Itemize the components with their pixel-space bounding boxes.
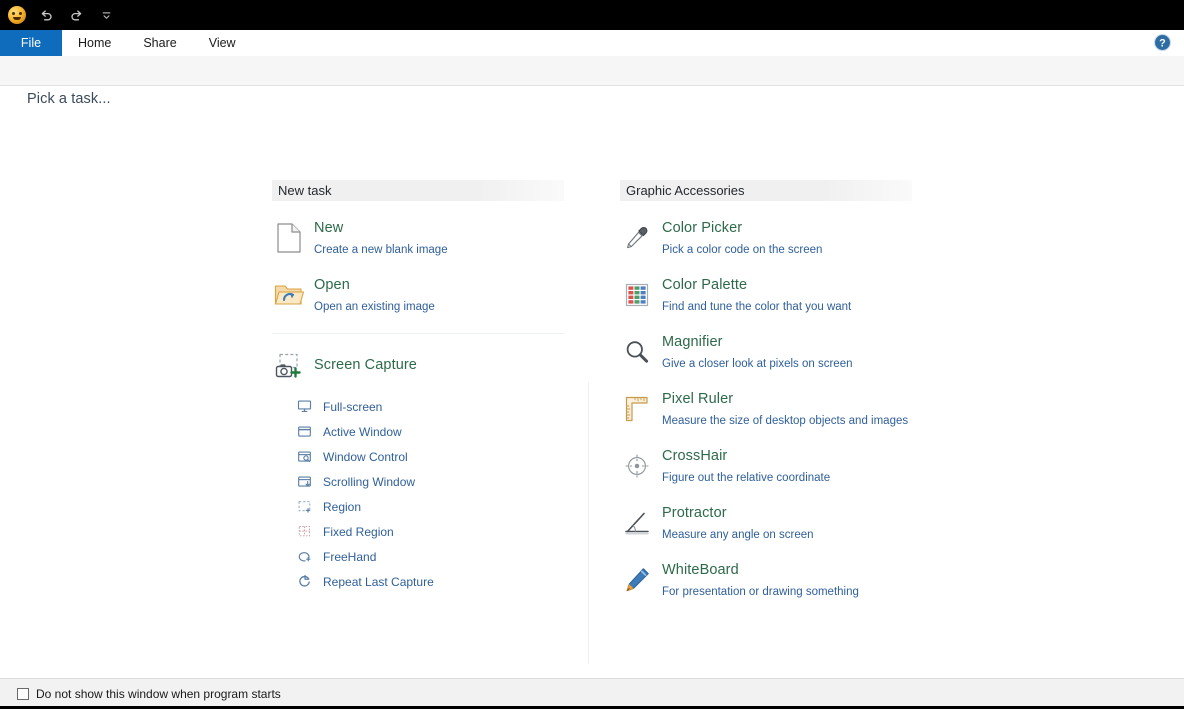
tab-share[interactable]: Share	[127, 30, 192, 56]
crosshair-icon	[620, 449, 654, 483]
full-screen-icon	[294, 399, 314, 414]
do-not-show-checkbox-label: Do not show this window when program sta…	[36, 687, 281, 701]
capture-item-region[interactable]: Region	[272, 494, 564, 519]
section-header-graphic-accessories: Graphic Accessories	[620, 180, 912, 201]
tab-view-label: View	[208, 36, 236, 50]
accessory-protractor-subtitle: Measure any angle on screen	[662, 529, 814, 541]
task-open[interactable]: Open Open an existing image	[272, 276, 564, 316]
capture-item-fixed-region[interactable]: Fixed Region	[272, 519, 564, 544]
title-bar	[0, 0, 1184, 30]
whiteboard-icon	[620, 563, 654, 597]
pixel-ruler-icon	[620, 392, 654, 426]
capture-item-scrolling-window[interactable]: Scrolling Window	[272, 469, 564, 494]
accessory-whiteboard-title: WhiteBoard	[662, 562, 739, 578]
tab-home-label: Home	[78, 36, 112, 50]
open-folder-icon	[272, 278, 306, 312]
accessory-magnifier[interactable]: Magnifier Give a closer look at pixels o…	[620, 333, 912, 373]
section-divider	[272, 333, 564, 334]
accessory-color-picker[interactable]: Color Picker Pick a color code on the sc…	[620, 219, 912, 259]
accessory-pixel-ruler-subtitle: Measure the size of desktop objects and …	[662, 415, 909, 427]
do-not-show-checkbox[interactable]	[17, 688, 29, 700]
capture-item-region-label: Region	[323, 499, 362, 514]
undo-icon[interactable]	[36, 5, 56, 25]
capture-item-full-screen[interactable]: Full-screen	[272, 394, 564, 419]
accessory-whiteboard[interactable]: WhiteBoard For presentation or drawing s…	[620, 561, 912, 601]
capture-item-freehand-label: FreeHand	[323, 549, 377, 564]
accessory-magnifier-subtitle: Give a closer look at pixels on screen	[662, 358, 853, 370]
column-graphic-accessories: Graphic Accessories Color Picker Pick a …	[620, 180, 912, 618]
active-window-icon	[294, 424, 314, 439]
accessory-whiteboard-subtitle: For presentation or drawing something	[662, 586, 859, 598]
help-icon[interactable]: ?	[1153, 33, 1172, 52]
backstage-view: Pick a task... New task New Create a new…	[0, 86, 1184, 678]
freehand-icon	[294, 549, 314, 564]
new-document-icon	[272, 221, 306, 255]
tab-view[interactable]: View	[193, 30, 252, 56]
accessory-crosshair-subtitle: Figure out the relative coordinate	[662, 472, 831, 484]
capture-item-window-control[interactable]: Window Control	[272, 444, 564, 469]
task-new-subtitle: Create a new blank image	[314, 244, 448, 256]
tab-file-label: File	[20, 36, 42, 50]
ribbon-tab-bar: File Home Share View ?	[0, 30, 1184, 56]
capture-item-scrolling-window-label: Scrolling Window	[323, 474, 416, 489]
task-open-subtitle: Open an existing image	[314, 301, 435, 313]
column-new-task: New task New Create a new blank image Op…	[272, 180, 564, 594]
capture-item-fixed-region-label: Fixed Region	[323, 524, 394, 539]
accessory-magnifier-title: Magnifier	[662, 334, 723, 350]
accessory-crosshair-title: CrossHair	[662, 448, 728, 464]
tab-home[interactable]: Home	[62, 30, 127, 56]
section-header-new-task: New task	[272, 180, 564, 201]
task-open-title: Open	[314, 277, 350, 293]
accessory-color-palette-title: Color Palette	[662, 277, 748, 293]
capture-item-full-screen-label: Full-screen	[323, 399, 383, 414]
accessory-protractor[interactable]: Protractor Measure any angle on screen	[620, 504, 912, 544]
window-control-icon	[294, 449, 314, 464]
tab-share-label: Share	[143, 36, 177, 50]
task-screen-capture-title: Screen Capture	[314, 357, 417, 373]
color-palette-icon	[620, 278, 654, 312]
svg-text:?: ?	[1159, 38, 1166, 50]
color-picker-icon	[620, 221, 654, 255]
task-screen-capture[interactable]: Screen Capture	[272, 348, 564, 384]
screen-capture-icon	[272, 350, 306, 384]
status-bar: Do not show this window when program sta…	[0, 678, 1184, 709]
protractor-icon	[620, 506, 654, 540]
magnifier-icon	[620, 335, 654, 369]
redo-icon[interactable]	[66, 5, 86, 25]
capture-item-active-window[interactable]: Active Window	[272, 419, 564, 444]
capture-item-window-control-label: Window Control	[323, 449, 408, 464]
accessory-color-palette[interactable]: Color Palette Find and tune the color th…	[620, 276, 912, 316]
accessory-pixel-ruler[interactable]: Pixel Ruler Measure the size of desktop …	[620, 390, 912, 430]
task-new-title: New	[314, 220, 344, 236]
region-icon	[294, 499, 314, 514]
column-divider	[588, 382, 589, 664]
accessory-color-picker-subtitle: Pick a color code on the screen	[662, 244, 823, 256]
accessory-color-picker-title: Color Picker	[662, 220, 743, 236]
capture-item-freehand[interactable]: FreeHand	[272, 544, 564, 569]
fixed-region-icon	[294, 524, 314, 539]
accessory-color-palette-subtitle: Find and tune the color that you want	[662, 301, 852, 313]
scrolling-window-icon	[294, 474, 314, 489]
accessory-protractor-title: Protractor	[662, 505, 727, 521]
app-logo-icon	[8, 6, 26, 24]
repeat-last-capture-icon	[294, 574, 314, 589]
task-new[interactable]: New Create a new blank image	[272, 219, 564, 259]
capture-item-active-window-label: Active Window	[323, 424, 402, 439]
customize-quick-access-icon[interactable]	[96, 5, 116, 25]
capture-item-repeat-last-capture-label: Repeat Last Capture	[323, 574, 434, 589]
accessory-crosshair[interactable]: CrossHair Figure out the relative coordi…	[620, 447, 912, 487]
tab-file[interactable]: File	[0, 30, 62, 56]
capture-item-repeat-last-capture[interactable]: Repeat Last Capture	[272, 569, 564, 594]
accessory-pixel-ruler-title: Pixel Ruler	[662, 391, 734, 407]
page-title: Pick a task...	[27, 91, 111, 107]
ribbon-body	[0, 56, 1184, 86]
